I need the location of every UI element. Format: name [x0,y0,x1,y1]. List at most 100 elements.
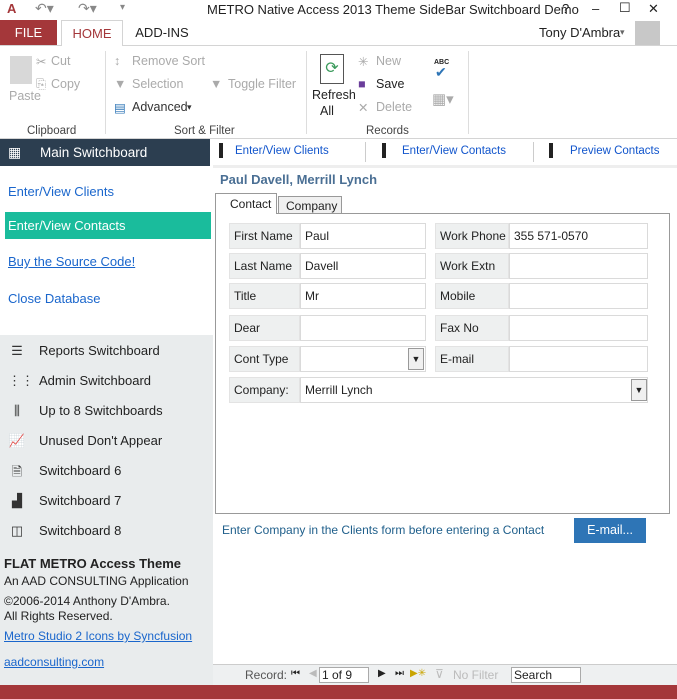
layout-icon: ◫ [10,523,24,538]
sidebar-link-enter-view-contacts[interactable]: Enter/View Contacts [5,212,211,239]
search-input[interactable]: Search [511,667,581,683]
refresh-all-label[interactable]: All [320,104,334,118]
enter-view-clients-button[interactable]: Enter/View Clients [235,145,329,157]
form-heading: Paul Davell, Merrill Lynch [220,172,378,187]
cut-button[interactable]: Cut [51,54,70,68]
sidebar-link-close-database[interactable]: Close Database [8,291,101,306]
preview-contacts-button[interactable]: Preview Contacts [570,145,659,157]
main-switchboard-label: Main Switchboard [40,145,148,160]
company-combo[interactable]: Merrill Lynch [300,377,648,403]
new-record-nav-button[interactable]: ▶✳ [410,668,426,679]
refresh-icon: ⟳ [320,54,344,84]
chevron-down-icon[interactable]: ▼ [408,348,424,370]
sidebar-link-buy-source[interactable]: Buy the Source Code! [8,254,135,269]
sidebar-link-enter-view-clients[interactable]: Enter/View Clients [8,184,114,199]
tab-company[interactable]: Company [278,196,342,214]
more-records-icon[interactable]: ▦▾ [432,90,454,108]
clipboard-group-label: Clipboard [27,125,77,137]
current-record-input[interactable]: 1 of 9 [319,667,369,683]
field-input[interactable]: Davell [300,253,426,279]
save-button[interactable]: Save [376,77,405,91]
field-input[interactable] [509,283,648,309]
last-record-button[interactable]: ⏭ [395,668,404,679]
field-label: First Name [229,223,300,249]
bookmark-icon [219,143,223,158]
refresh-all-button[interactable]: Refresh [312,88,356,102]
switchboard-item[interactable]: Unused Don't Appear [39,433,162,448]
toggle-filter-button[interactable]: Toggle Filter [228,77,296,91]
enter-view-contacts-button[interactable]: Enter/View Contacts [402,145,506,157]
save-icon: ■ [358,77,366,91]
previous-record-button[interactable]: ◀ [309,668,317,679]
help-button[interactable]: ? [562,1,569,16]
tab-contact[interactable]: Contact [215,193,277,214]
new-record-icon: ✳ [358,55,369,69]
field-label: Dear [229,315,300,341]
tab-label: Contact [230,197,272,211]
selection-filter-icon: ▼ [114,77,127,91]
tab-home[interactable]: HOME [61,20,123,46]
switchboard-item[interactable]: Up to 8 Switchboards [39,403,163,418]
paste-icon [10,56,32,84]
switchboard-item[interactable]: Switchboard 6 [39,463,121,478]
chart-growth-icon: 📈 [8,433,26,448]
remove-sort-icon: ↕ [114,54,121,68]
redo-icon[interactable]: ↷▾ [78,0,97,17]
field-label: Work Extn [435,253,509,279]
next-record-button[interactable]: ▶ [378,668,386,679]
user-name[interactable]: Tony D'Ambra [539,25,620,40]
undo-icon[interactable]: ↶▾ [35,0,54,17]
switchboard-item[interactable]: Admin Switchboard [39,373,151,388]
email-button[interactable]: E-mail... [574,518,646,543]
copy-button[interactable]: Copy [51,77,80,91]
hint-text: Enter Company in the Clients form before… [222,523,545,537]
chevron-down-icon[interactable]: ▼ [631,379,647,401]
sort-filter-group-label: Sort & Filter [174,125,235,137]
no-filter-button[interactable]: No Filter [453,668,498,682]
access-app-icon: A [7,1,17,16]
field-input[interactable] [509,253,648,279]
maximize-button[interactable]: ☐ [619,0,631,16]
field-input[interactable] [509,346,648,372]
record-navigation-bar: Record: ⏮ ◀ 1 of 9 ▶ ⏭ ▶✳ ⊽ No Filter Se… [213,664,677,685]
no-filter-icon: ⊽ [435,667,444,681]
bookmark-icon [549,143,553,158]
footer-title: FLAT METRO Access Theme [4,556,181,571]
advanced-filter-icon: ▤ [114,101,126,115]
field-input[interactable]: Paul [300,223,426,249]
footer-subtitle: An AAD CONSULTING Application [4,574,189,588]
sidebar-link-label: Enter/View Contacts [8,218,126,233]
customize-qat-icon[interactable]: ▾ [120,2,125,13]
field-label: Last Name [229,253,300,279]
field-input[interactable] [300,315,426,341]
search-placeholder: Search [514,668,553,682]
field-input[interactable]: 355 571-0570 [509,223,648,249]
advanced-button[interactable]: Advanced [132,100,188,114]
bar-chart-icon: ▟ [12,493,22,508]
grid-icon: ▦ [8,144,22,160]
field-input[interactable] [509,315,648,341]
switchboard-item[interactable]: Switchboard 7 [39,493,121,508]
syncfusion-link[interactable]: Metro Studio 2 Icons by Syncfusion [4,629,192,643]
tab-file[interactable]: FILE [0,20,57,45]
copy-icon: ⎘ [36,77,47,91]
close-button[interactable]: ✕ [648,1,659,17]
selection-button[interactable]: Selection [132,77,183,91]
first-record-button[interactable]: ⏮ [291,668,300,679]
company-value: Merrill Lynch [305,383,373,397]
user-dropdown-icon[interactable]: ▾ [620,27,625,38]
field-input[interactable]: Mr [300,283,426,309]
aadconsulting-link[interactable]: aadconsulting.com [4,655,104,669]
avatar[interactable] [635,21,660,45]
tab-add-ins[interactable]: ADD-INS [128,20,196,45]
remove-sort-button[interactable]: Remove Sort [132,54,205,68]
delete-button[interactable]: Delete [376,100,412,114]
minimize-button[interactable]: – [592,1,599,16]
new-record-button[interactable]: New [376,54,401,68]
field-label: Title [229,283,300,309]
field-label: Fax No [435,315,509,341]
switchboard-item[interactable]: Reports Switchboard [39,343,160,358]
toggle-filter-icon: ▼ [210,77,223,91]
main-switchboard-header[interactable]: ▦ Main Switchboard [0,139,210,166]
switchboard-item[interactable]: Switchboard 8 [39,523,121,538]
